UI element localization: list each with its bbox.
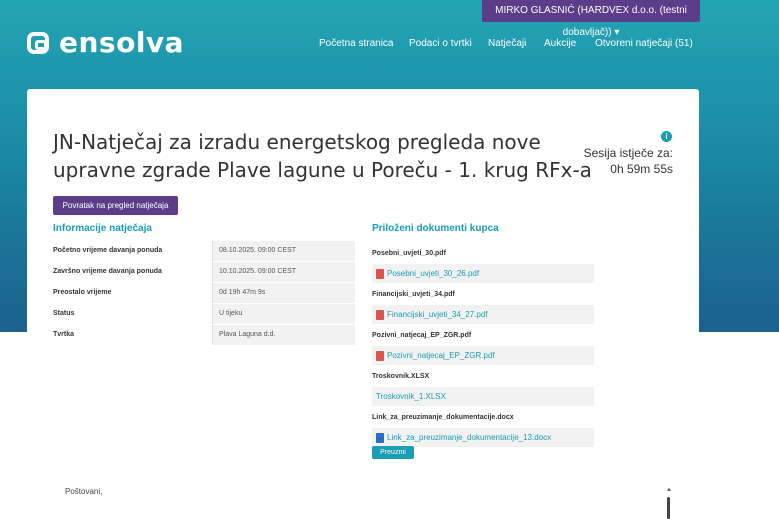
- scroll-thumb[interactable]: [667, 497, 670, 519]
- download-button[interactable]: Preuzmi: [372, 446, 414, 459]
- message-greeting: Poštovani,: [65, 487, 103, 496]
- tender-card: JN-Natječaj za izradu energetskog pregle…: [27, 89, 699, 519]
- scroll-up-icon[interactable]: ▲: [666, 487, 672, 493]
- info-row: Završno vrijeme davanja ponuda 10.10.202…: [53, 261, 355, 282]
- nav-link-home[interactable]: Početna stranica: [319, 38, 394, 49]
- info-value: 0d 19h 47m 9s: [212, 283, 355, 303]
- tender-info-heading: Informacije natječaja: [53, 223, 152, 234]
- info-label: Status: [53, 310, 75, 317]
- logo[interactable]: ensolva: [27, 26, 184, 59]
- document-link[interactable]: Troskovnik_1.XLSX: [372, 387, 594, 406]
- back-to-tenders-button[interactable]: Povratak na pregled natječaja: [53, 196, 178, 215]
- user-menu-dropdown[interactable]: MIRKO GLASNIĆ (HARDVEX d.o.o. (testni do…: [482, 0, 700, 38]
- nav-link-tenders[interactable]: Natječaji: [488, 38, 526, 49]
- document-link[interactable]: Posebni_uvjeti_30_26.pdf: [372, 264, 594, 283]
- document-file-name[interactable]: Posebni_uvjeti_30_26.pdf: [387, 264, 479, 283]
- document-file-name[interactable]: Pozivni_natjecaj_EP_ZGR.pdf: [387, 346, 495, 365]
- message-scrollbar[interactable]: ▲: [666, 487, 672, 519]
- info-label: Početno vrijeme davanja ponuda: [53, 247, 163, 254]
- info-row: Status U tijeku: [53, 303, 355, 324]
- info-value: U tijeku: [212, 304, 355, 324]
- attached-documents-list: Posebni_uvjeti_30.pdf Posebni_uvjeti_30_…: [372, 247, 594, 447]
- document-file-name[interactable]: Financijski_uvjeti_34_27.pdf: [387, 305, 488, 324]
- info-row: Početno vrijeme davanja ponuda 08.10.202…: [53, 240, 355, 261]
- info-value: Plava Laguna d.d.: [212, 325, 355, 345]
- page-title: JN-Natječaj za izradu energetskog pregle…: [53, 130, 592, 182]
- nav-link-open-tenders[interactable]: Otvoreni natječaji (51): [595, 38, 693, 49]
- document-name: Troskovnik.XLSX: [372, 373, 430, 380]
- document-name: Posebni_uvjeti_30.pdf: [372, 250, 446, 257]
- info-label: Tvrtka: [53, 331, 75, 338]
- document-link[interactable]: Pozivni_natjecaj_EP_ZGR.pdf: [372, 346, 594, 365]
- tender-info-table: Početno vrijeme davanja ponuda 08.10.202…: [53, 240, 355, 345]
- document-name: Link_za_preuzimanje_dokumentacije.docx: [372, 414, 514, 421]
- info-value: 10.10.2025. 09:00 CEST: [212, 262, 355, 282]
- session-expiry-label: Sesija istječe za:: [583, 146, 673, 160]
- info-label: Preostalo vrijeme: [53, 289, 112, 296]
- document-link[interactable]: Link_za_preuzimanje_dokumentacije_13.doc…: [372, 428, 594, 447]
- document-link[interactable]: Financijski_uvjeti_34_27.pdf: [372, 305, 594, 324]
- pdf-icon: [376, 268, 384, 279]
- nav-link-company-data[interactable]: Podaci o tvrtki: [409, 38, 472, 49]
- session-expiry-time: 0h 59m 55s: [610, 162, 673, 176]
- info-label: Završno vrijeme davanja ponuda: [53, 268, 162, 275]
- info-row: Preostalo vrijeme 0d 19h 47m 9s: [53, 282, 355, 303]
- word-icon: [376, 432, 384, 443]
- info-row: Tvrtka Plava Laguna d.d.: [53, 324, 355, 345]
- info-value: 08.10.2025. 09:00 CEST: [212, 241, 355, 261]
- document-name: Pozivni_natjecaj_EP_ZGR.pdf: [372, 332, 472, 339]
- document-name: Financijski_uvjeti_34.pdf: [372, 291, 455, 298]
- pdf-icon: [376, 309, 384, 320]
- attached-documents-heading: Priloženi dokumenti kupca: [372, 223, 499, 234]
- document-file-name[interactable]: Troskovnik_1.XLSX: [376, 387, 446, 406]
- logo-text: ensolva: [59, 26, 185, 59]
- nav-link-auctions[interactable]: Aukcije: [544, 38, 576, 49]
- ensolva-logo-icon: [27, 31, 49, 54]
- info-icon[interactable]: i: [661, 131, 672, 142]
- document-file-name[interactable]: Link_za_preuzimanje_dokumentacije_13.doc…: [387, 428, 551, 447]
- pdf-icon: [376, 350, 384, 361]
